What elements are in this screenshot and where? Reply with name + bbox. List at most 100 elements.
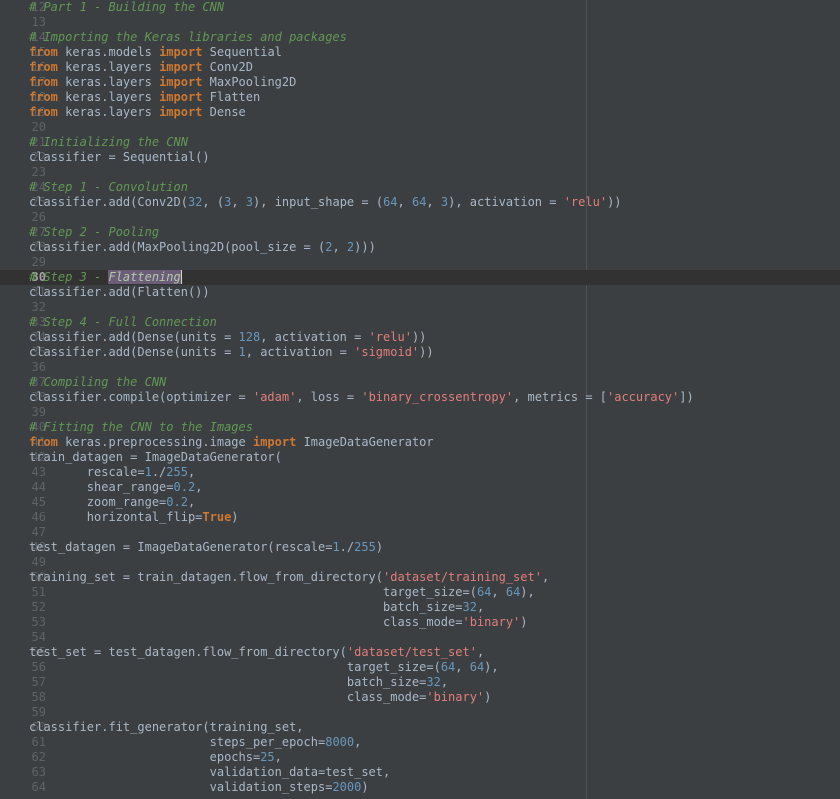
line-content[interactable]: steps_per_epoch=8000, xyxy=(29,735,362,750)
line-content[interactable]: from keras.preprocessing.image import Im… xyxy=(29,435,434,450)
token-plain: , activation = xyxy=(245,345,355,359)
editor-line[interactable]: 36 xyxy=(0,360,840,375)
editor-line[interactable]: 18 from keras.layers import Flatten xyxy=(0,90,840,105)
line-content[interactable]: classifier.compile(optimizer = 'adam', l… xyxy=(29,390,694,405)
editor-line[interactable]: 43 rescale=1./255, xyxy=(0,465,840,480)
editor-line[interactable]: 25 classifier.add(Conv2D(32, (3, 3), inpu… xyxy=(0,195,840,210)
editor-line[interactable]: 62 epochs=25, xyxy=(0,750,840,765)
editor-line[interactable]: 32 xyxy=(0,300,840,315)
editor-line[interactable]: 41 from keras.preprocessing.image import … xyxy=(0,435,840,450)
line-content[interactable]: # Step 1 - Convolution xyxy=(29,180,188,195)
editor-line[interactable]: 48 test_datagen = ImageDataGenerator(resc… xyxy=(0,540,840,555)
editor-line[interactable]: 33 # Step 4 - Full Connection xyxy=(0,315,840,330)
editor-line[interactable]: 46 horizontal_flip=True) xyxy=(0,510,840,525)
editor-line-current[interactable]: 30 # Step 3 - Flattening xyxy=(0,270,840,285)
editor-line[interactable]: 37 # Compiling the CNN xyxy=(0,375,840,390)
line-content[interactable]: classifier.add(MaxPooling2D(pool_size = … xyxy=(29,240,376,255)
editor-line[interactable]: 22 classifier = Sequential() xyxy=(0,150,840,165)
editor-line[interactable]: 29 xyxy=(0,255,840,270)
line-content[interactable]: shear_range=0.2, xyxy=(29,480,203,495)
line-content[interactable]: validation_steps=2000) xyxy=(29,780,369,795)
line-content[interactable]: zoom_range=0.2, xyxy=(29,495,195,510)
editor-line[interactable]: 12 # Part 1 - Building the CNN xyxy=(0,0,840,15)
editor-line[interactable]: 53 class_mode='binary') xyxy=(0,615,840,630)
line-content[interactable]: batch_size=32, xyxy=(29,600,484,615)
editor-line[interactable]: 26 xyxy=(0,210,840,225)
line-content[interactable]: classifier.fit_generator(training_set, xyxy=(29,720,304,735)
line-content[interactable]: from keras.layers import Dense xyxy=(29,105,246,120)
editor-line[interactable]: 20 xyxy=(0,120,840,135)
editor-lines[interactable]: 12 # Part 1 - Building the CNN 13 14 # Impor… xyxy=(0,0,840,795)
line-content[interactable]: # Step 3 - Flattening xyxy=(29,270,182,285)
editor-line[interactable]: 59 xyxy=(0,705,840,720)
line-content[interactable]: test_datagen = ImageDataGenerator(rescal… xyxy=(29,540,383,555)
line-content[interactable]: # Compiling the CNN xyxy=(29,375,166,390)
editor-line[interactable]: 57 batch_size=32, xyxy=(0,675,840,690)
editor-line[interactable]: 61 steps_per_epoch=8000, xyxy=(0,735,840,750)
editor-line[interactable]: 15 from keras.models import Sequential xyxy=(0,45,840,60)
code-editor[interactable]: 12 # Part 1 - Building the CNN 13 14 # Impor… xyxy=(0,0,840,799)
line-content[interactable]: class_mode='binary') xyxy=(29,615,528,630)
editor-line[interactable]: 28 classifier.add(MaxPooling2D(pool_size … xyxy=(0,240,840,255)
line-content[interactable]: classifier.add(Conv2D(32, (3, 3), input_… xyxy=(29,195,622,210)
editor-line[interactable]: 38 classifier.compile(optimizer = 'adam',… xyxy=(0,390,840,405)
editor-line[interactable]: 35 classifier.add(Dense(units = 1, activa… xyxy=(0,345,840,360)
selected-text[interactable]: Flattening xyxy=(108,270,181,284)
line-content[interactable]: classifier = Sequential() xyxy=(29,150,210,165)
editor-line[interactable]: 31 classifier.add(Flatten()) xyxy=(0,285,840,300)
editor-line[interactable]: 34 classifier.add(Dense(units = 128, acti… xyxy=(0,330,840,345)
token-plain: )) xyxy=(607,195,622,209)
editor-line[interactable]: 24 # Step 1 - Convolution xyxy=(0,180,840,195)
line-content[interactable]: classifier.add(Dense(units = 128, activa… xyxy=(29,330,426,345)
editor-line[interactable]: 40 # Fitting the CNN to the Images xyxy=(0,420,840,435)
line-content[interactable]: from keras.layers import Conv2D xyxy=(29,60,253,75)
token-number: 2000 xyxy=(332,780,362,794)
editor-line[interactable]: 63 validation_data=test_set, xyxy=(0,765,840,780)
editor-line[interactable]: 52 batch_size=32, xyxy=(0,600,840,615)
line-content[interactable]: horizontal_flip=True) xyxy=(29,510,239,525)
editor-line[interactable]: 47 xyxy=(0,525,840,540)
line-content[interactable]: classifier.add(Dense(units = 1, activati… xyxy=(29,345,434,360)
editor-line[interactable]: 14 # Importing the Keras libraries and pa… xyxy=(0,30,840,45)
line-content[interactable]: from keras.layers import Flatten xyxy=(29,90,260,105)
editor-line[interactable]: 58 class_mode='binary') xyxy=(0,690,840,705)
editor-line[interactable]: 16 from keras.layers import Conv2D xyxy=(0,60,840,75)
editor-line[interactable]: 21 # Initializing the CNN xyxy=(0,135,840,150)
editor-line[interactable]: 42 train_datagen = ImageDataGenerator( xyxy=(0,450,840,465)
editor-line[interactable]: 39 xyxy=(0,405,840,420)
line-content[interactable]: rescale=1./255, xyxy=(29,465,195,480)
editor-line[interactable]: 55 test_set = test_datagen.flow_from_dire… xyxy=(0,645,840,660)
line-content[interactable]: # Initializing the CNN xyxy=(29,135,188,150)
line-content[interactable]: # Fitting the CNN to the Images xyxy=(29,420,253,435)
editor-line[interactable]: 49 xyxy=(0,555,840,570)
line-content[interactable]: from keras.layers import MaxPooling2D xyxy=(29,75,296,90)
editor-line[interactable]: 64 validation_steps=2000) xyxy=(0,780,840,795)
line-content[interactable]: batch_size=32, xyxy=(29,675,448,690)
line-content[interactable]: # Part 1 - Building the CNN xyxy=(29,0,224,15)
line-content[interactable]: # Step 2 - Pooling xyxy=(29,225,159,240)
editor-line[interactable]: 60 classifier.fit_generator(training_set, xyxy=(0,720,840,735)
editor-line[interactable]: 17 from keras.layers import MaxPooling2D xyxy=(0,75,840,90)
line-content[interactable]: class_mode='binary') xyxy=(29,690,492,705)
line-content[interactable]: target_size=(64, 64), xyxy=(29,585,535,600)
editor-line[interactable]: 23 xyxy=(0,165,840,180)
line-content[interactable]: # Step 4 - Full Connection xyxy=(29,315,217,330)
line-content[interactable]: epochs=25, xyxy=(29,750,282,765)
editor-line[interactable]: 27 # Step 2 - Pooling xyxy=(0,225,840,240)
editor-line[interactable]: 51 target_size=(64, 64), xyxy=(0,585,840,600)
editor-line[interactable]: 13 xyxy=(0,15,840,30)
editor-line[interactable]: 56 target_size=(64, 64), xyxy=(0,660,840,675)
line-content[interactable]: train_datagen = ImageDataGenerator( xyxy=(29,450,282,465)
line-content[interactable]: training_set = train_datagen.flow_from_d… xyxy=(29,570,549,585)
line-content[interactable]: target_size=(64, 64), xyxy=(29,660,499,675)
editor-line[interactable]: 45 zoom_range=0.2, xyxy=(0,495,840,510)
editor-line[interactable]: 19 from keras.layers import Dense xyxy=(0,105,840,120)
line-content[interactable]: classifier.add(Flatten()) xyxy=(29,285,210,300)
editor-line[interactable]: 54 xyxy=(0,630,840,645)
editor-line[interactable]: 44 shear_range=0.2, xyxy=(0,480,840,495)
editor-line[interactable]: 50 training_set = train_datagen.flow_from… xyxy=(0,570,840,585)
line-content[interactable]: validation_data=test_set, xyxy=(29,765,391,780)
line-content[interactable]: # Importing the Keras libraries and pack… xyxy=(29,30,347,45)
line-content[interactable]: test_set = test_datagen.flow_from_direct… xyxy=(29,645,484,660)
line-content[interactable]: from keras.models import Sequential xyxy=(29,45,282,60)
